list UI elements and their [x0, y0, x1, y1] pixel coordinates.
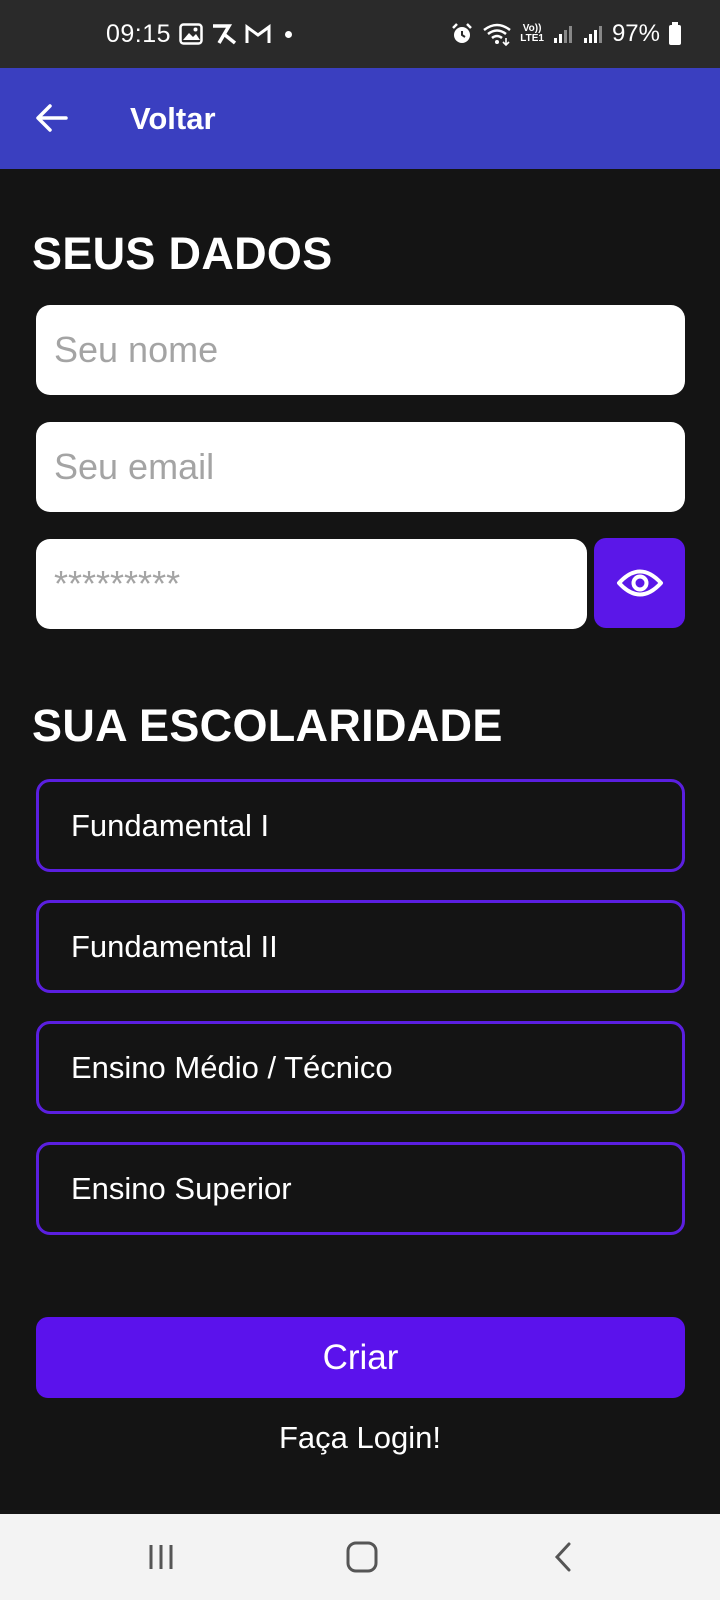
notification-dot: [285, 30, 293, 38]
option-label: Fundamental II: [71, 928, 278, 964]
name-input[interactable]: [36, 305, 685, 395]
eye-icon: [616, 569, 663, 597]
signup-screen: 09:15 Vo)) LTE1 97% Voltar SEUS DADOS Se…: [0, 0, 720, 1600]
app-bar: Voltar: [0, 68, 720, 169]
password-input[interactable]: [36, 539, 587, 629]
image-icon: [179, 23, 203, 45]
chevron-left-icon: [554, 1542, 571, 1572]
home-button[interactable]: [337, 1534, 387, 1580]
option-label: Fundamental I: [71, 807, 270, 843]
battery-icon: [668, 22, 682, 46]
signal-icon: [552, 23, 574, 45]
section-title-personal: SEUS DADOS: [32, 228, 333, 279]
home-icon: [346, 1541, 378, 1573]
app-bar-title[interactable]: Voltar: [130, 68, 216, 169]
status-right: Vo)) LTE1 97%: [450, 0, 682, 68]
option-fundamental-1[interactable]: Fundamental I: [36, 779, 685, 872]
option-fundamental-2[interactable]: Fundamental II: [36, 900, 685, 993]
wifi-icon: [482, 22, 512, 46]
login-link[interactable]: Faça Login!: [0, 1420, 720, 1456]
recents-button[interactable]: [136, 1534, 186, 1580]
toggle-password-button[interactable]: [594, 538, 685, 628]
option-ensino-superior[interactable]: Ensino Superior: [36, 1142, 685, 1235]
recents-icon: [149, 1545, 173, 1569]
section-title-education: SUA ESCOLARIDADE: [32, 700, 503, 751]
arrow-left-icon: [36, 104, 68, 132]
app-icon: [211, 23, 237, 45]
volte-icon: Vo)) LTE1: [520, 24, 544, 44]
email-input[interactable]: [36, 422, 685, 512]
option-label: Ensino Médio / Técnico: [71, 1049, 393, 1085]
volte-bottom: LTE1: [520, 33, 544, 44]
option-ensino-medio[interactable]: Ensino Médio / Técnico: [36, 1021, 685, 1114]
create-button[interactable]: Criar: [36, 1317, 685, 1398]
status-left: 09:15: [106, 0, 293, 68]
create-button-label: Criar: [322, 1337, 399, 1377]
signal-icon: [582, 23, 604, 45]
option-label: Ensino Superior: [71, 1170, 292, 1206]
system-back-button[interactable]: [538, 1534, 588, 1580]
battery-percent: 97%: [611, 20, 660, 47]
alarm-icon: [450, 22, 474, 46]
status-bar: 09:15 Vo)) LTE1 97%: [0, 0, 720, 68]
gmail-icon: [245, 24, 271, 44]
back-button[interactable]: [30, 96, 74, 140]
system-nav-bar: [0, 1514, 720, 1600]
status-time: 09:15: [106, 19, 172, 48]
